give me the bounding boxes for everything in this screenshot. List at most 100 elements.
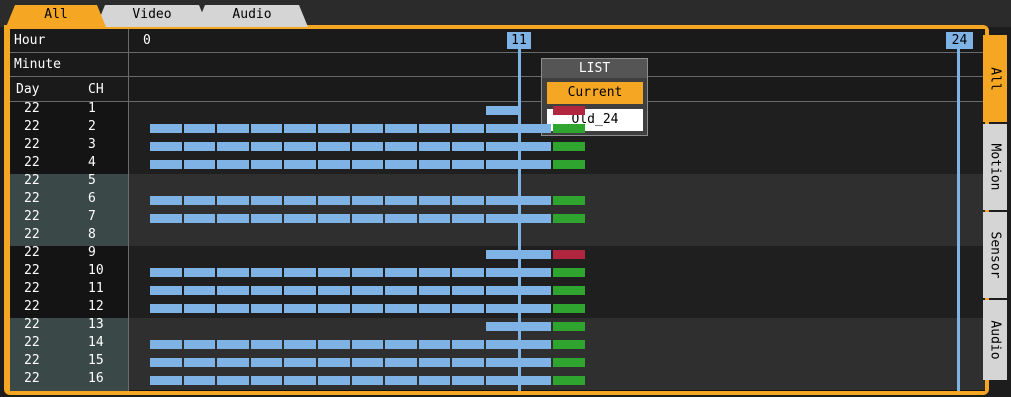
current-segment[interactable] — [553, 214, 585, 223]
recording-segment[interactable] — [385, 286, 417, 295]
recording-segment[interactable] — [519, 322, 552, 331]
recording-segment[interactable] — [183, 340, 216, 349]
recording-segment[interactable] — [486, 106, 518, 115]
recording-segment[interactable] — [486, 214, 518, 223]
recording-segment[interactable] — [217, 340, 249, 349]
recording-segment[interactable] — [284, 142, 316, 151]
recording-segment[interactable] — [351, 214, 384, 223]
recording-segment[interactable] — [486, 160, 518, 169]
recording-segment[interactable] — [318, 196, 350, 205]
current-segment[interactable] — [553, 340, 585, 349]
current-segment[interactable] — [553, 358, 585, 367]
recording-segment[interactable] — [250, 142, 283, 151]
recording-segment[interactable] — [150, 124, 182, 133]
recording-segment[interactable] — [351, 142, 384, 151]
recording-segment[interactable] — [217, 268, 249, 277]
recording-segment[interactable] — [519, 196, 552, 205]
recording-segment[interactable] — [519, 160, 552, 169]
recording-segment[interactable] — [318, 214, 350, 223]
recording-segment[interactable] — [385, 124, 417, 133]
recording-segment[interactable] — [385, 214, 417, 223]
recording-segment[interactable] — [183, 124, 216, 133]
recording-segment[interactable] — [183, 304, 216, 313]
recording-segment[interactable] — [351, 160, 384, 169]
recording-segment[interactable] — [150, 376, 182, 385]
current-segment[interactable] — [553, 286, 585, 295]
recording-segment[interactable] — [250, 124, 283, 133]
recording-segment[interactable] — [418, 286, 451, 295]
recording-segment[interactable] — [452, 304, 484, 313]
current-segment[interactable] — [553, 304, 585, 313]
recording-segment[interactable] — [486, 250, 518, 259]
recording-segment[interactable] — [452, 340, 484, 349]
current-segment[interactable] — [553, 322, 585, 331]
recording-segment[interactable] — [318, 286, 350, 295]
current-segment[interactable] — [553, 160, 585, 169]
recording-segment[interactable] — [351, 286, 384, 295]
recording-segment[interactable] — [183, 214, 216, 223]
recording-segment[interactable] — [250, 304, 283, 313]
recording-segment[interactable] — [318, 124, 350, 133]
recording-segment[interactable] — [217, 286, 249, 295]
recording-segment[interactable] — [452, 268, 484, 277]
recording-segment[interactable] — [418, 124, 451, 133]
recording-segment[interactable] — [351, 340, 384, 349]
alarm-segment[interactable] — [553, 250, 585, 259]
tab-video[interactable]: Video — [96, 5, 208, 27]
recording-segment[interactable] — [318, 160, 350, 169]
tab-all[interactable]: All — [6, 5, 106, 27]
recording-segment[interactable] — [452, 160, 484, 169]
recording-segment[interactable] — [217, 358, 249, 367]
recording-segment[interactable] — [418, 268, 451, 277]
recording-segment[interactable] — [284, 376, 316, 385]
recording-segment[interactable] — [284, 286, 316, 295]
recording-segment[interactable] — [284, 160, 316, 169]
recording-segment[interactable] — [452, 196, 484, 205]
recording-segment[interactable] — [284, 214, 316, 223]
recording-segment[interactable] — [385, 142, 417, 151]
recording-segment[interactable] — [486, 304, 518, 313]
recording-segment[interactable] — [385, 160, 417, 169]
recording-segment[interactable] — [486, 124, 518, 133]
recording-segment[interactable] — [519, 304, 552, 313]
recording-segment[interactable] — [284, 358, 316, 367]
recording-segment[interactable] — [452, 142, 484, 151]
recording-segment[interactable] — [250, 340, 283, 349]
recording-segment[interactable] — [385, 268, 417, 277]
recording-segment[interactable] — [150, 142, 182, 151]
recording-segment[interactable] — [418, 214, 451, 223]
recording-segment[interactable] — [351, 358, 384, 367]
popup-item-current[interactable]: Current — [547, 82, 643, 104]
recording-segment[interactable] — [486, 358, 518, 367]
recording-segment[interactable] — [318, 358, 350, 367]
recording-segment[interactable] — [250, 160, 283, 169]
recording-segment[interactable] — [452, 358, 484, 367]
right-tab-audio[interactable]: Audio — [983, 300, 1007, 380]
recording-segment[interactable] — [519, 376, 552, 385]
recording-segment[interactable] — [150, 286, 182, 295]
recording-segment[interactable] — [250, 214, 283, 223]
recording-segment[interactable] — [250, 268, 283, 277]
recording-segment[interactable] — [452, 286, 484, 295]
recording-segment[interactable] — [486, 376, 518, 385]
recording-segment[interactable] — [418, 376, 451, 385]
recording-segment[interactable] — [318, 304, 350, 313]
recording-segment[interactable] — [486, 322, 518, 331]
recording-segment[interactable] — [183, 286, 216, 295]
recording-segment[interactable] — [318, 376, 350, 385]
recording-segment[interactable] — [385, 304, 417, 313]
current-segment[interactable] — [553, 142, 585, 151]
recording-segment[interactable] — [452, 214, 484, 223]
recording-segment[interactable] — [486, 196, 518, 205]
recording-segment[interactable] — [418, 196, 451, 205]
recording-segment[interactable] — [183, 160, 216, 169]
recording-segment[interactable] — [486, 142, 518, 151]
recording-segment[interactable] — [519, 250, 552, 259]
recording-segment[interactable] — [250, 358, 283, 367]
recording-segment[interactable] — [250, 286, 283, 295]
recording-segment[interactable] — [284, 268, 316, 277]
recording-segment[interactable] — [217, 214, 249, 223]
right-tab-all[interactable]: All — [983, 35, 1007, 122]
recording-segment[interactable] — [318, 340, 350, 349]
current-segment[interactable] — [553, 376, 585, 385]
